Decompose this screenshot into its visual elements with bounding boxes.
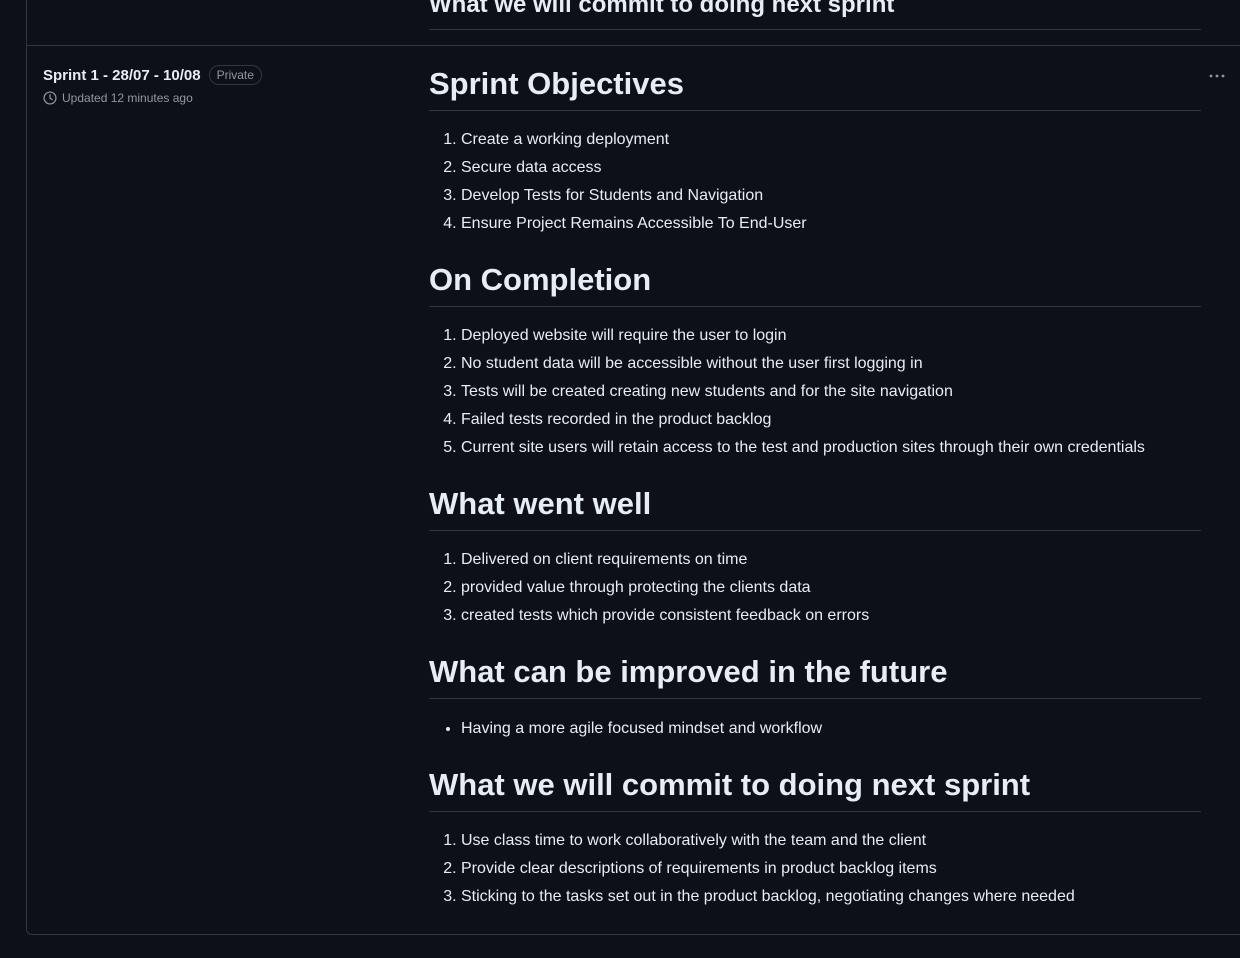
list-item: Current site users will retain access to… bbox=[461, 434, 1201, 462]
list-item: Delivered on client requirements on time bbox=[461, 546, 1201, 574]
list-item: No student data will be accessible witho… bbox=[461, 350, 1201, 378]
list-item: Sticking to the tasks set out in the pro… bbox=[461, 883, 1201, 911]
gist-row-divider bbox=[27, 45, 1240, 46]
list-item: Secure data access bbox=[461, 154, 1201, 182]
list-item: provided value through protecting the cl… bbox=[461, 574, 1201, 602]
previous-gist-heading-rule bbox=[429, 29, 1201, 30]
kebab-horizontal-icon bbox=[1209, 65, 1225, 83]
gist-markdown-body: Sprint Objectives Create a working deploy… bbox=[429, 62, 1201, 931]
gist-meta: Sprint 1 - 28/07 - 10/08 Private Updated… bbox=[43, 64, 262, 105]
list-item: Develop Tests for Students and Navigatio… bbox=[461, 182, 1201, 210]
section-heading: What we will commit to doing next sprint bbox=[429, 763, 1201, 812]
ordered-list: Create a working deploymentSecure data a… bbox=[429, 126, 1201, 238]
section-heading: What went well bbox=[429, 482, 1201, 531]
gist-title-link[interactable]: Sprint 1 - 28/07 - 10/08 bbox=[43, 67, 201, 84]
previous-gist-heading: What we will commit to doing next sprint bbox=[429, 0, 895, 18]
ordered-list: Delivered on client requirements on time… bbox=[429, 546, 1201, 630]
bullet-list: Having a more agile focused mindset and … bbox=[429, 714, 1201, 743]
list-item: Create a working deployment bbox=[461, 126, 1201, 154]
list-item: Provide clear descriptions of requiremen… bbox=[461, 855, 1201, 883]
list-item: Having a more agile focused mindset and … bbox=[461, 714, 1201, 743]
more-options-button[interactable] bbox=[1204, 64, 1230, 84]
section-heading: What can be improved in the future bbox=[429, 650, 1201, 699]
ordered-list: Use class time to work collaboratively w… bbox=[429, 827, 1201, 911]
list-item: created tests which provide consistent f… bbox=[461, 602, 1201, 630]
list-item: Deployed website will require the user t… bbox=[461, 322, 1201, 350]
section-heading: Sprint Objectives bbox=[429, 62, 1201, 111]
ordered-list: Deployed website will require the user t… bbox=[429, 322, 1201, 462]
gist-title-row: Sprint 1 - 28/07 - 10/08 Private bbox=[43, 64, 262, 86]
updated-row: Updated 12 minutes ago bbox=[43, 91, 262, 105]
list-item: Use class time to work collaboratively w… bbox=[461, 827, 1201, 855]
list-item: Tests will be created creating new stude… bbox=[461, 378, 1201, 406]
section-heading: On Completion bbox=[429, 258, 1201, 307]
clock-icon bbox=[43, 91, 57, 105]
list-item: Failed tests recorded in the product bac… bbox=[461, 406, 1201, 434]
visibility-badge: Private bbox=[208, 65, 262, 85]
updated-timestamp: Updated 12 minutes ago bbox=[62, 91, 193, 105]
list-item: Ensure Project Remains Accessible To End… bbox=[461, 210, 1201, 238]
